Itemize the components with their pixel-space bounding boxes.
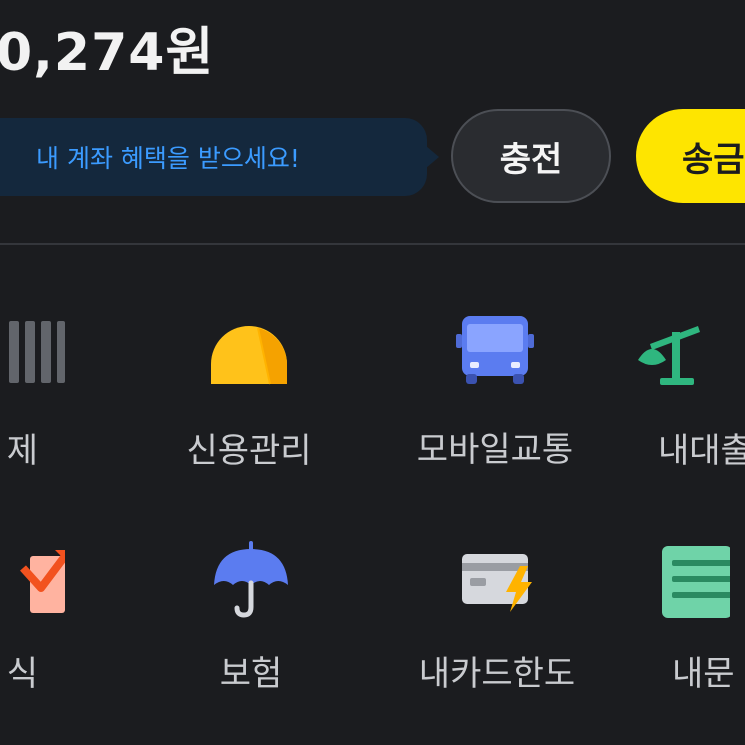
loan-scale-icon xyxy=(638,318,728,398)
menu-item-label: 제 xyxy=(6,431,38,471)
menu-item-credit[interactable]: 신용관리 xyxy=(149,318,349,471)
divider xyxy=(0,243,745,245)
menu-item-label: 내대출 xyxy=(658,431,745,471)
card-limit-icon xyxy=(452,546,542,626)
menu-item-label: 보험 xyxy=(219,654,283,694)
bus-icon xyxy=(450,314,540,394)
menu-item-label: 식 xyxy=(6,654,38,694)
menu-item-label: 내문 xyxy=(672,654,735,694)
menu-item-payment[interactable]: 제 xyxy=(0,318,120,471)
menu-item-transit[interactable]: 모바일교통 xyxy=(395,314,595,470)
stock-chart-icon xyxy=(0,546,69,626)
menu-item-label: 신용관리 xyxy=(186,431,312,471)
menu-item-label: 모바일교통 xyxy=(416,430,574,470)
menu-item-stock[interactable]: 식 xyxy=(0,546,120,696)
menu-item-card-limit[interactable]: 내카드한도 xyxy=(397,546,597,696)
menu-item-document[interactable]: 내문 xyxy=(640,546,745,696)
document-icon xyxy=(640,546,732,626)
menu-item-loan[interactable]: 내대출 xyxy=(638,318,745,471)
menu-item-label: 내카드한도 xyxy=(418,654,576,694)
home-screen: 0,274원 내 계좌 혜택을 받으세요! 충전 송금 제 신용관리 모바일교통… xyxy=(0,0,745,745)
barcode-icon xyxy=(0,318,65,398)
account-balance[interactable]: 0,274원 xyxy=(0,10,214,85)
account-benefit-tooltip[interactable]: 내 계좌 혜택을 받으세요! xyxy=(0,118,439,196)
charge-button[interactable]: 충전 xyxy=(451,109,611,203)
umbrella-icon xyxy=(206,541,296,621)
tooltip-text: 내 계좌 혜택을 받으세요! xyxy=(36,144,300,173)
credit-score-icon xyxy=(204,318,294,398)
send-button[interactable]: 송금 xyxy=(636,109,745,203)
menu-item-insurance[interactable]: 보험 xyxy=(151,541,351,694)
